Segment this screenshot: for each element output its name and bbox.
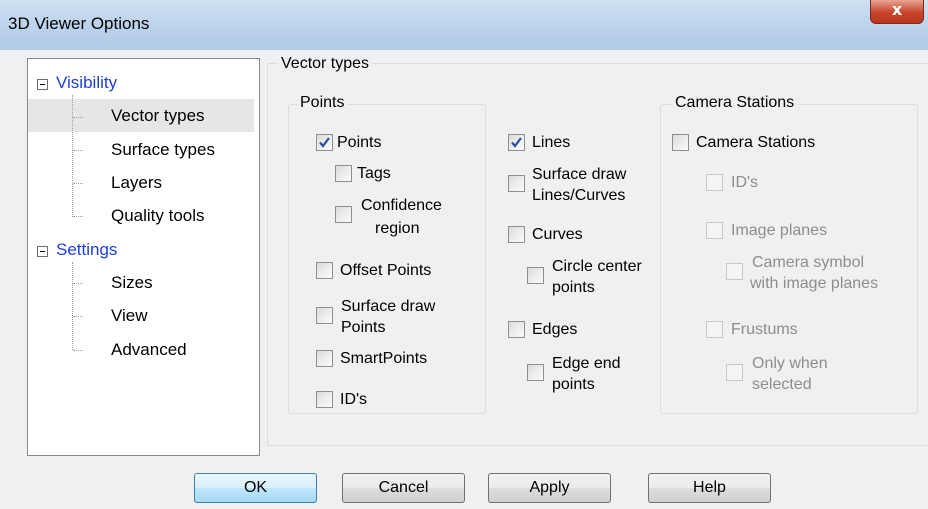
surface-draw-points-checkbox[interactable] xyxy=(316,307,333,324)
offset-points-checkbox[interactable] xyxy=(316,262,333,279)
camera-ids-checkbox[interactable] xyxy=(706,174,723,191)
camera-ids-label: ID's xyxy=(731,174,759,191)
camera-stations-checkbox[interactable] xyxy=(672,134,689,151)
edges-checkbox[interactable] xyxy=(508,321,525,338)
ok-button[interactable]: OK xyxy=(194,473,317,503)
circle-center-points-label-line2: points xyxy=(552,279,595,296)
points-checkbox[interactable] xyxy=(316,134,333,151)
point-ids-checkbox[interactable] xyxy=(316,391,333,408)
points-group-title: Points xyxy=(297,94,348,112)
tree-item-view[interactable]: View xyxy=(111,306,148,326)
smartpoints-label: SmartPoints xyxy=(340,350,428,367)
edge-end-points-label-line1: Edge end xyxy=(552,355,621,372)
tree-category-visibility[interactable]: Visibility xyxy=(56,73,117,93)
tags-checkbox[interactable] xyxy=(335,165,352,182)
circle-center-points-label-line1: Circle center xyxy=(552,258,642,275)
tree-connector xyxy=(72,262,73,350)
tree-connector xyxy=(72,95,73,217)
frustums-checkbox[interactable] xyxy=(706,321,723,338)
curves-checkbox[interactable] xyxy=(508,226,525,243)
cancel-button[interactable]: Cancel xyxy=(342,473,465,503)
point-ids-label: ID's xyxy=(340,391,368,408)
tree-item-layers[interactable]: Layers xyxy=(111,173,162,193)
tree-item-quality-tools[interactable]: Quality tools xyxy=(111,206,205,226)
tree-item-sizes[interactable]: Sizes xyxy=(111,273,153,293)
apply-button[interactable]: Apply xyxy=(488,473,611,503)
camera-stations-label: Camera Stations xyxy=(696,134,816,151)
surface-draw-points-label-line2: Points xyxy=(341,319,386,336)
image-planes-checkbox[interactable] xyxy=(706,222,723,239)
tree-connector xyxy=(73,150,83,151)
surface-draw-points-label-line1: Surface draw xyxy=(341,298,436,315)
tree-connector xyxy=(73,283,83,284)
lines-checkbox[interactable] xyxy=(508,134,525,151)
smartpoints-checkbox[interactable] xyxy=(316,350,333,367)
edge-end-points-checkbox[interactable] xyxy=(527,364,544,381)
help-button[interactable]: Help xyxy=(648,473,771,503)
panel-title: Vector types xyxy=(278,55,373,73)
tree-item-advanced[interactable]: Advanced xyxy=(111,340,187,360)
camera-symbol-label-line1: Camera symbol xyxy=(752,254,865,271)
check-mark-icon xyxy=(319,137,330,148)
tags-label: Tags xyxy=(357,165,391,182)
tree-item-vector-types[interactable]: Vector types xyxy=(111,106,205,126)
tree-connector xyxy=(73,183,83,184)
curves-label: Curves xyxy=(532,226,583,243)
lines-label: Lines xyxy=(532,134,571,151)
image-planes-label: Image planes xyxy=(731,222,828,239)
edges-label: Edges xyxy=(532,321,578,338)
collapse-settings-icon[interactable] xyxy=(37,246,48,257)
check-mark-icon xyxy=(511,137,522,148)
confidence-region-label-line2: region xyxy=(375,220,420,237)
edge-end-points-label-line2: points xyxy=(552,376,595,393)
only-when-selected-label-line1: Only when xyxy=(752,355,828,372)
confidence-region-label-line1: Confidence xyxy=(361,197,442,214)
offset-points-label: Offset Points xyxy=(340,262,432,279)
tree-connector xyxy=(73,350,83,351)
tree-connector xyxy=(73,117,83,118)
surface-draw-lines-label-line1: Surface draw xyxy=(532,166,627,183)
tree-connector xyxy=(73,316,83,317)
close-button[interactable]: x xyxy=(870,0,924,24)
circle-center-points-checkbox[interactable] xyxy=(527,267,544,284)
frustums-label: Frustums xyxy=(731,321,798,338)
tree-connector xyxy=(73,216,83,217)
points-label: Points xyxy=(337,134,382,151)
tree-item-surface-types[interactable]: Surface types xyxy=(111,140,215,160)
camera-stations-group-title: Camera Stations xyxy=(672,94,798,112)
only-when-selected-label-line2: selected xyxy=(752,376,812,393)
confidence-region-checkbox[interactable] xyxy=(335,206,352,223)
window-title: 3D Viewer Options xyxy=(8,14,150,33)
surface-draw-lines-label-line2: Lines/Curves xyxy=(532,187,626,204)
camera-symbol-checkbox[interactable] xyxy=(726,263,743,280)
surface-draw-lines-checkbox[interactable] xyxy=(508,175,525,192)
collapse-visibility-icon[interactable] xyxy=(37,79,48,90)
camera-symbol-label-line2: with image planes xyxy=(750,275,879,292)
only-when-selected-checkbox[interactable] xyxy=(726,364,743,381)
tree-category-settings[interactable]: Settings xyxy=(56,240,117,260)
